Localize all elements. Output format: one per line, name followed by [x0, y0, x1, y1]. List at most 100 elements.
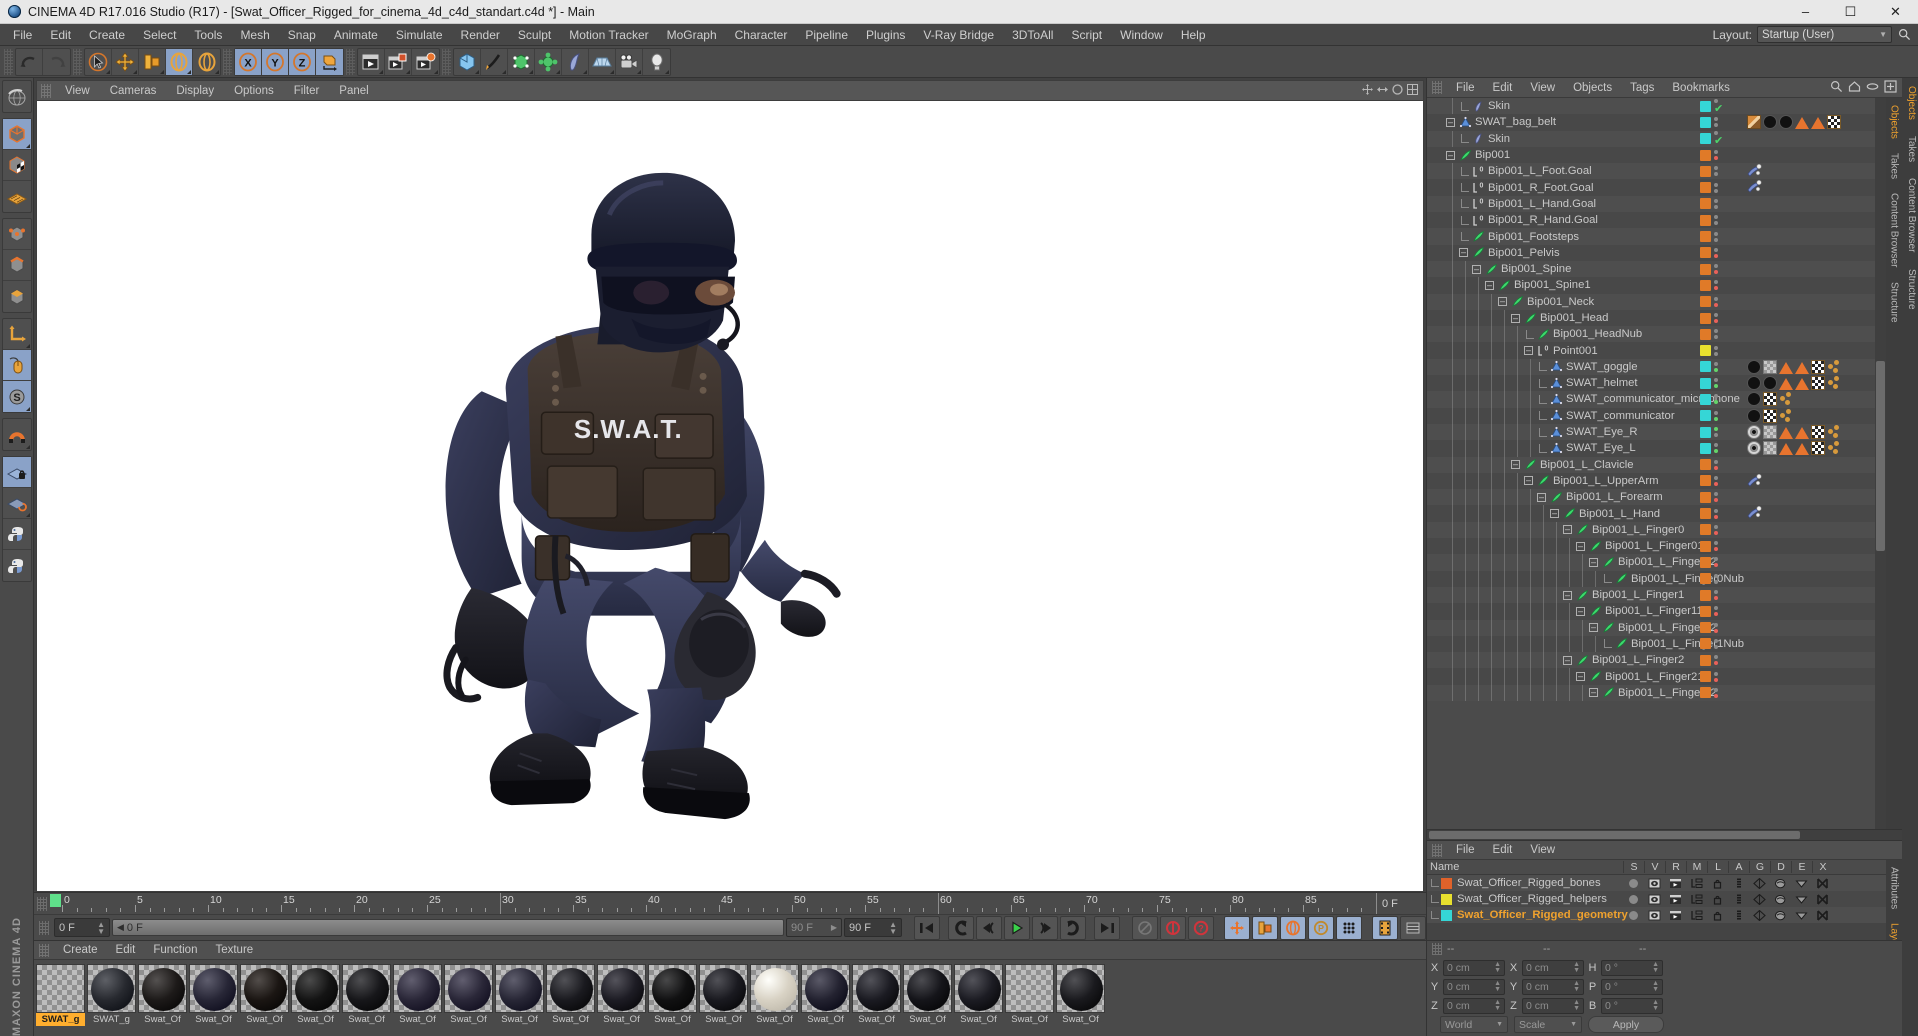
dot-green-icon[interactable]: [1714, 449, 1718, 454]
tree-expander-icon[interactable]: –: [1485, 280, 1494, 290]
dot-grey-icon[interactable]: [1714, 264, 1718, 269]
layer-color-chip[interactable]: [1441, 877, 1452, 889]
material-manager-grip[interactable]: [39, 943, 49, 957]
object-manager-tab-content-browser[interactable]: Content Browser: [1888, 186, 1901, 274]
object-layer-chip[interactable]: [1700, 377, 1711, 389]
snap-settings-button[interactable]: S: [2, 381, 31, 412]
dot-grey-icon[interactable]: [1714, 557, 1718, 562]
layout-dropdown[interactable]: Startup (User) ▼: [1757, 26, 1892, 43]
go-to-end-button[interactable]: [1094, 915, 1120, 940]
previous-keyframe-button[interactable]: [948, 915, 974, 940]
go-to-start-button[interactable]: [914, 915, 940, 940]
material-swatch[interactable]: Swat_Of: [699, 964, 748, 1026]
dot-grey-icon[interactable]: [1714, 198, 1718, 203]
stepper-icon[interactable]: ▲ ▼: [1652, 999, 1659, 1012]
select-tool-button[interactable]: [85, 48, 112, 75]
object-tree-row[interactable]: SWAT_Eye_R: [1427, 423, 1875, 441]
object-layer-chip[interactable]: [1700, 263, 1711, 275]
timeline-ruler[interactable]: 051015202530354045505560657075808590: [50, 893, 1378, 914]
object-tree-row[interactable]: SWAT_helmet: [1427, 375, 1875, 392]
dot-grey-icon[interactable]: [1714, 590, 1718, 595]
object-tree-row[interactable]: – Bip001_Spine: [1427, 260, 1875, 278]
tree-expander-icon[interactable]: –: [1576, 541, 1585, 551]
dot-grey-icon[interactable]: [1714, 638, 1718, 643]
play-button[interactable]: [1004, 915, 1030, 940]
stepper-icon[interactable]: ▲ ▼: [1573, 999, 1580, 1012]
object-layer-chip[interactable]: [1700, 393, 1711, 405]
object-tree-row[interactable]: 0 Bip001_R_Hand.Goal: [1427, 212, 1875, 229]
object-layer-chip[interactable]: [1700, 459, 1711, 471]
stepper-icon[interactable]: ▲ ▼: [1573, 980, 1580, 993]
object-layer-chip[interactable]: [1700, 426, 1711, 438]
python-script-2-button[interactable]: [3, 550, 31, 581]
object-layer-chip[interactable]: [1700, 328, 1711, 340]
object-layer-chip[interactable]: [1700, 589, 1711, 601]
tag-material-alpha-icon[interactable]: [1763, 359, 1777, 374]
toolbar-grip-4[interactable]: [346, 48, 355, 75]
object-tree-row[interactable]: – Bip001_Neck: [1427, 293, 1875, 310]
material-swatch[interactable]: Swat_Of: [393, 964, 442, 1026]
menu-item-render[interactable]: Render: [452, 25, 509, 45]
tag-dynamics-icon[interactable]: [1827, 359, 1841, 374]
dot-grey-icon[interactable]: [1714, 475, 1718, 480]
dot-red-icon[interactable]: [1714, 596, 1718, 601]
object-layer-chip[interactable]: [1700, 524, 1711, 536]
layer-color-chip[interactable]: [1441, 893, 1452, 905]
object-layer-chip[interactable]: [1700, 116, 1711, 128]
deformer-button[interactable]: [535, 48, 562, 75]
dot-grey-icon[interactable]: [1714, 443, 1718, 448]
enable-axis-modification-button[interactable]: [2, 319, 31, 350]
object-manager-grip[interactable]: [1432, 81, 1442, 94]
light-button[interactable]: [643, 49, 670, 75]
environment-button[interactable]: [562, 48, 589, 75]
scale-tool-button[interactable]: [139, 48, 166, 75]
tag-phong-icon[interactable]: [1779, 425, 1793, 439]
layer-color-chip[interactable]: [1441, 909, 1452, 921]
object-layer-chip[interactable]: [1700, 133, 1711, 145]
viewport-menu-view[interactable]: View: [55, 84, 100, 98]
dot-grey-icon[interactable]: [1714, 655, 1718, 660]
material-menu-edit[interactable]: Edit: [107, 943, 145, 957]
toolbar-grip-2[interactable]: [73, 48, 82, 75]
menu-item-file[interactable]: File: [4, 25, 41, 45]
filmstrip-button[interactable]: [1372, 915, 1398, 940]
tab-objects[interactable]: Objects: [1902, 78, 1918, 128]
object-mode-button[interactable]: [2, 119, 31, 150]
material-swatch[interactable]: Swat_Of: [1056, 964, 1105, 1026]
viewport-solo-button[interactable]: [2, 350, 31, 381]
menu-item-pipeline[interactable]: Pipeline: [796, 25, 857, 45]
material-swatch[interactable]: Swat_Of: [444, 964, 493, 1026]
transport-grip[interactable]: [39, 920, 49, 935]
dot-grey-icon[interactable]: [1714, 335, 1718, 340]
menu-item-select[interactable]: Select: [134, 25, 185, 45]
tag-material-icon[interactable]: [1747, 408, 1761, 423]
dot-grey-icon[interactable]: [1714, 204, 1718, 209]
object-tree-vscrollbar[interactable]: [1875, 98, 1886, 829]
stepper-icon[interactable]: ▲ ▼: [1494, 980, 1501, 993]
time-range-slider[interactable]: ◀ 0 F: [112, 919, 784, 936]
pos-y-field[interactable]: 0 cm ▲ ▼: [1443, 978, 1505, 995]
object-tree-row[interactable]: Skin ✔: [1427, 98, 1875, 115]
dot-red-icon[interactable]: [1714, 661, 1718, 666]
tab-structure[interactable]: Structure: [1902, 261, 1918, 318]
dot-grey-icon[interactable]: [1714, 296, 1718, 301]
tag-material-alpha-icon[interactable]: [1763, 424, 1777, 439]
stepper-icon[interactable]: ▲ ▼: [97, 920, 105, 935]
object-tree-row[interactable]: – Bip001_L_Finger01: [1427, 538, 1875, 555]
object-tree[interactable]: Skin ✔ – SWAT_bag_belt Skin ✔ – Bip001 0 Bip001_L…: [1427, 98, 1875, 829]
object-layer-chip[interactable]: [1700, 671, 1711, 683]
dot-grey-icon[interactable]: [1714, 361, 1718, 366]
step-forward-button[interactable]: [1032, 915, 1058, 940]
tag-phong-icon[interactable]: [1795, 376, 1809, 391]
timeline-grip[interactable]: [37, 896, 47, 911]
tag-phong-icon[interactable]: [1795, 425, 1809, 439]
dot-grey-icon[interactable]: [1714, 313, 1718, 317]
dot-grey-icon[interactable]: [1714, 573, 1718, 578]
menu-item-animate[interactable]: Animate: [325, 25, 387, 45]
object-layer-chip[interactable]: [1700, 475, 1711, 487]
material-swatch[interactable]: Swat_Of: [597, 964, 646, 1026]
size-x-field[interactable]: 0 cm ▲ ▼: [1522, 959, 1584, 976]
scale-view-icon[interactable]: [1376, 83, 1389, 99]
record-rotation-button[interactable]: [1280, 915, 1306, 940]
dot-red-icon[interactable]: [1714, 253, 1718, 258]
